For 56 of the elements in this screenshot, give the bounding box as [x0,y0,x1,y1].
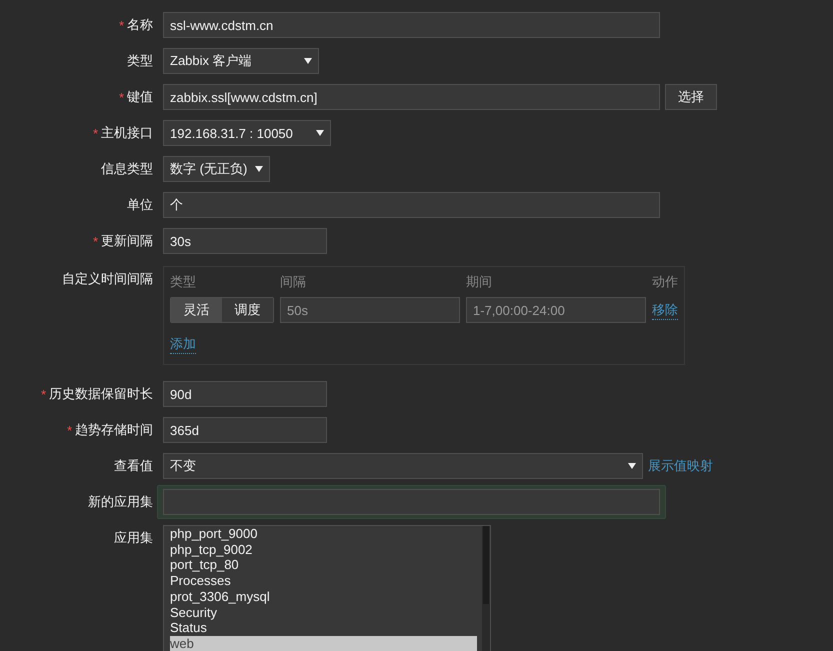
required-asterisk: * [40,386,46,402]
caret-icon [255,166,263,172]
scrollbar[interactable] [482,526,490,651]
field-label: 更新间隔 [101,232,153,250]
value-mapping-link[interactable]: 展示值映射 [648,457,713,475]
required-asterisk: * [118,18,124,32]
field-label: 查看值 [114,457,153,475]
field-label: 信息类型 [101,160,153,178]
caret-icon [304,58,312,64]
dropdown[interactable]: 不变 [163,453,643,479]
select-button[interactable]: 选择 [665,84,717,110]
listbox[interactable]: php_port_9000 php_tcp_9002 port_tcp_80 Processes prot_3306_mysql Security Status web [163,525,491,651]
text-field[interactable]: 365d [163,417,327,443]
caret-icon [628,463,636,469]
add-link[interactable]: 添加 [170,335,196,354]
list-item[interactable]: php_port_9000 [170,526,477,542]
text-field[interactable]: 个 [163,192,660,218]
field-label: 趋势存储时间 [75,421,153,439]
column-header: 类型 [170,273,197,291]
required-asterisk: * [66,422,72,438]
field-label: 类型 [127,52,153,70]
list-item[interactable]: Processes [170,573,477,589]
text-field[interactable]: 90d [163,381,327,407]
field-label: 键值 [127,88,153,106]
field-label: 主机接口 [101,124,153,142]
field-label: 新的应用集 [88,493,153,511]
list-item[interactable]: web [170,636,477,651]
field-label: 历史数据保留时长 [49,385,153,403]
list-item[interactable]: php_tcp_9002 [170,542,477,558]
column-header: 期间 [466,273,493,291]
period-field[interactable]: 1-7,00:00-24:00 [466,297,646,323]
field-label: 单位 [127,196,153,214]
remove-link[interactable]: 移除 [652,300,678,320]
required-asterisk: * [118,90,124,104]
column-header: 动作 [652,273,678,291]
text-field[interactable] [163,489,660,515]
list-item[interactable]: Status [170,620,477,636]
interval-field[interactable]: 50s [280,297,460,323]
dropdown[interactable]: 192.168.31.7 : 10050 [163,120,331,146]
field-label: 应用集 [114,529,153,547]
mode-toggle[interactable]: 灵活 [171,298,222,322]
list-item[interactable]: prot_3306_mysql [170,588,477,605]
dropdown[interactable]: Zabbix 客户端 [163,48,319,74]
required-asterisk: * [92,126,98,140]
text-field[interactable]: 30s [163,228,327,254]
caret-icon [316,130,324,136]
column-header: 间隔 [280,273,307,291]
mode-toggle[interactable]: 调度 [222,298,273,322]
field-label: 自定义时间间隔 [62,270,153,288]
text-field[interactable]: zabbix.ssl[www.cdstm.cn] [163,84,660,110]
list-item[interactable]: Security [170,604,477,620]
field-label: 名称 [127,16,153,34]
list-item[interactable]: port_tcp_80 [170,557,477,574]
dropdown[interactable]: 数字 (无正负) [163,156,270,182]
required-asterisk: * [92,234,98,248]
text-field[interactable]: ssl-www.cdstm.cn [163,12,660,38]
